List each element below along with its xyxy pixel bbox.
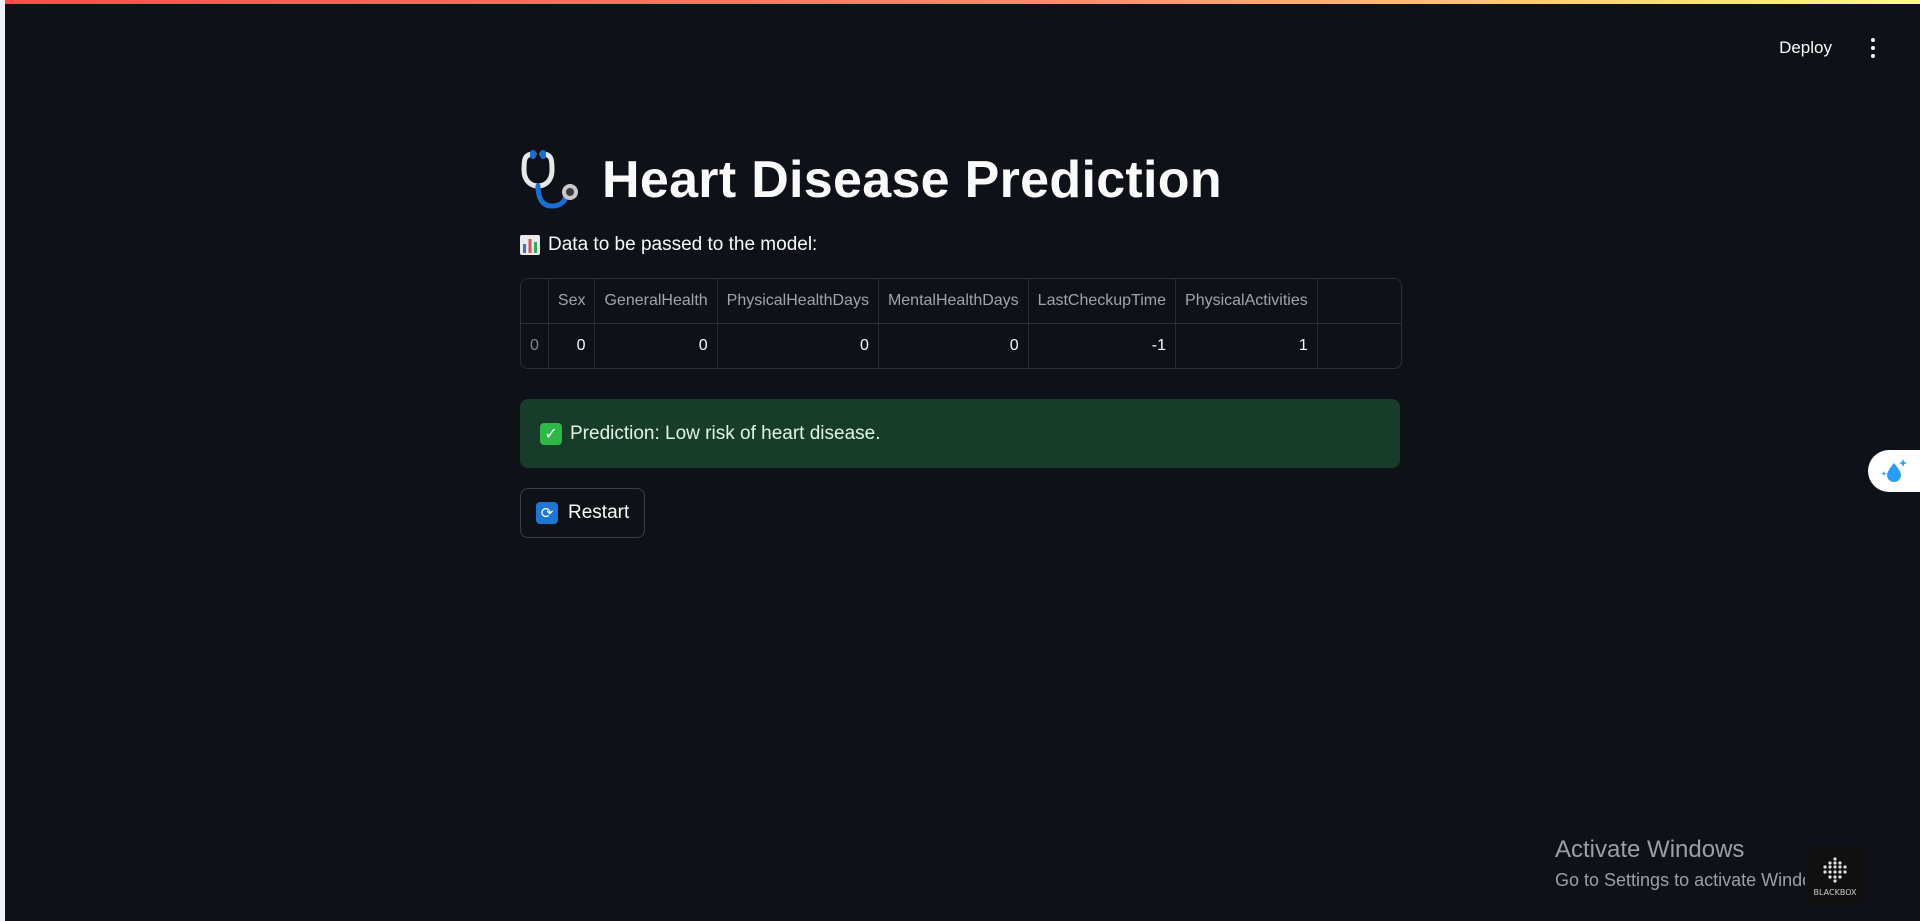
- table-cell[interactable]: 0: [594, 323, 718, 368]
- activate-title: Activate Windows: [1555, 836, 1745, 863]
- bar-chart-icon: [520, 235, 540, 255]
- dot-grid-icon: [1823, 856, 1847, 883]
- table-cell[interactable]: 0: [717, 323, 879, 368]
- column-header-overflow: [1317, 279, 1401, 324]
- main-content: Heart Disease Prediction Data to be pass…: [520, 140, 1402, 538]
- activate-subtitle: Go to Settings to activate Windows.: [1555, 870, 1840, 890]
- table-cell[interactable]: 0: [878, 323, 1029, 368]
- kebab-menu-icon[interactable]: [1862, 33, 1884, 63]
- column-header-physicalactivities[interactable]: PhysicalActivities: [1175, 279, 1318, 324]
- row-index-cell[interactable]: 0: [521, 323, 549, 368]
- table-cell[interactable]: -1: [1028, 323, 1177, 368]
- toolbar: Deploy: [1769, 32, 1884, 64]
- title-row: Heart Disease Prediction: [520, 140, 1400, 220]
- subheader: Data to be passed to the model:: [520, 234, 1400, 256]
- restart-label: Restart: [568, 502, 630, 523]
- stethoscope-icon: [521, 150, 578, 209]
- windows-activation-watermark: Activate Windows Go to Settings to activ…: [1555, 836, 1839, 891]
- logo-text: BLACKBOX: [1813, 887, 1857, 897]
- top-decoration-bar: [5, 0, 1920, 4]
- table-row: 0 0 0 0 0 -1 1: [521, 323, 1401, 369]
- alert-text: Prediction: Low risk of heart disease.: [570, 422, 881, 444]
- floating-assistant-widget[interactable]: [1868, 450, 1920, 492]
- sparkle-droplet-icon: [1881, 459, 1907, 482]
- deploy-button[interactable]: Deploy: [1769, 32, 1842, 64]
- page-title: Heart Disease Prediction: [602, 151, 1222, 209]
- column-header-index[interactable]: [521, 279, 549, 324]
- check-mark-icon: ✓: [540, 422, 562, 445]
- data-table[interactable]: Sex GeneralHealth PhysicalHealthDays Men…: [520, 278, 1402, 369]
- window-left-edge: [0, 0, 5, 921]
- table-header-row: Sex GeneralHealth PhysicalHealthDays Men…: [521, 279, 1401, 324]
- table-cell-overflow: [1317, 324, 1401, 369]
- table-cell[interactable]: 1: [1175, 323, 1318, 368]
- table-cell[interactable]: 0: [548, 323, 596, 368]
- column-header-mentalhealthdays[interactable]: MentalHealthDays: [878, 279, 1029, 324]
- success-alert: ✓ Prediction: Low risk of heart disease.: [520, 399, 1400, 468]
- subheader-text: Data to be passed to the model:: [548, 234, 818, 255]
- column-header-sex[interactable]: Sex: [548, 279, 596, 324]
- column-header-lastcheckuptime[interactable]: LastCheckupTime: [1028, 279, 1177, 324]
- blackbox-logo[interactable]: BLACKBOX: [1805, 846, 1865, 906]
- refresh-icon: ⟳: [536, 502, 558, 524]
- column-header-physicalhealthdays[interactable]: PhysicalHealthDays: [717, 279, 879, 324]
- restart-button[interactable]: ⟳ Restart: [520, 488, 646, 538]
- column-header-generalhealth[interactable]: GeneralHealth: [594, 279, 718, 324]
